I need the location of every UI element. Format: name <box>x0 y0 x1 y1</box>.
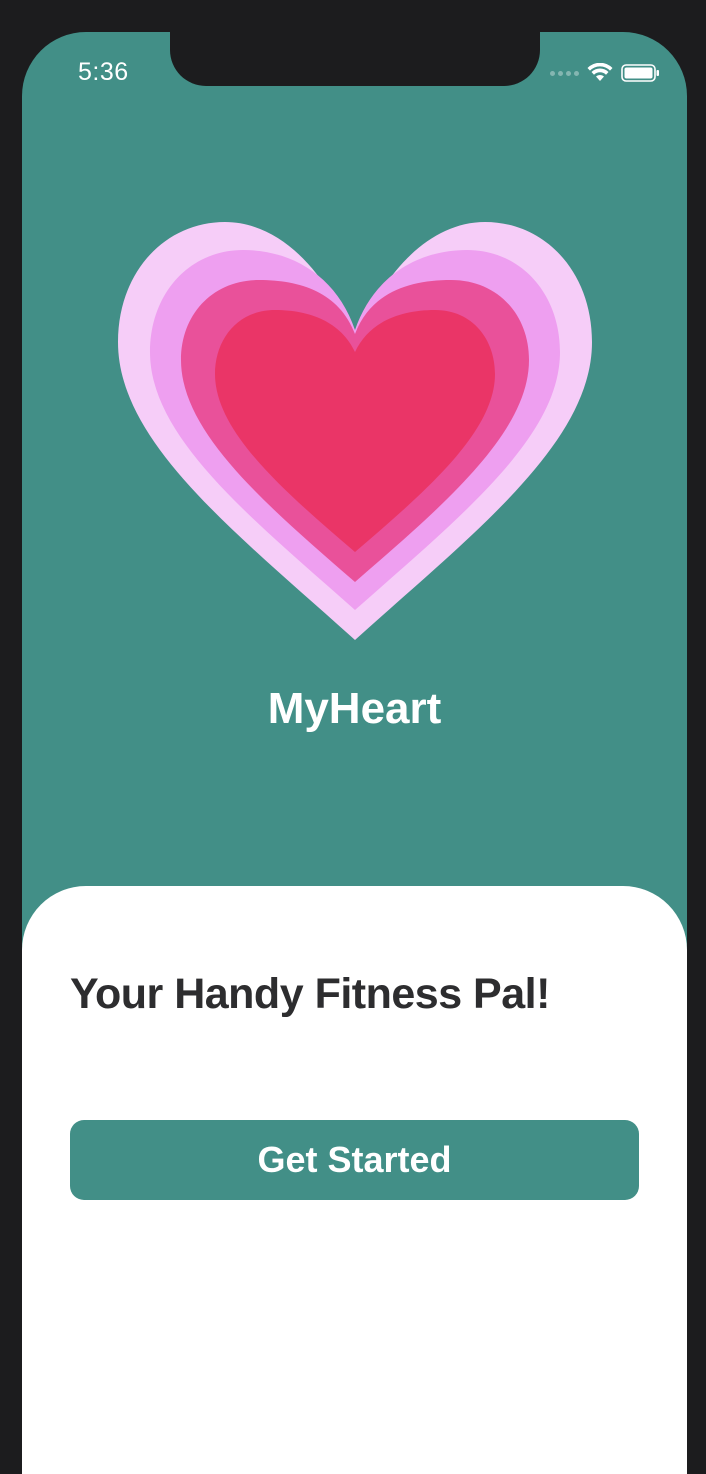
device-frame: 5:36 MyHeart Your Handy Fitness Pal! Get… <box>0 0 706 1474</box>
app-screen: 5:36 MyHeart Your Handy Fitness Pal! Get… <box>22 32 687 1474</box>
device-notch <box>170 32 540 86</box>
welcome-sheet: Your Handy Fitness Pal! Get Started <box>22 886 687 1474</box>
battery-icon <box>621 64 659 82</box>
app-name-title: MyHeart <box>267 684 442 733</box>
status-time: 5:36 <box>78 58 129 86</box>
status-indicators <box>550 62 661 84</box>
get-started-button[interactable]: Get Started <box>70 1120 639 1200</box>
cellular-signal-icon <box>550 70 579 76</box>
wifi-icon <box>587 63 613 81</box>
tagline-heading: Your Handy Fitness Pal! <box>70 970 550 1018</box>
layered-heart-icon <box>118 222 592 640</box>
